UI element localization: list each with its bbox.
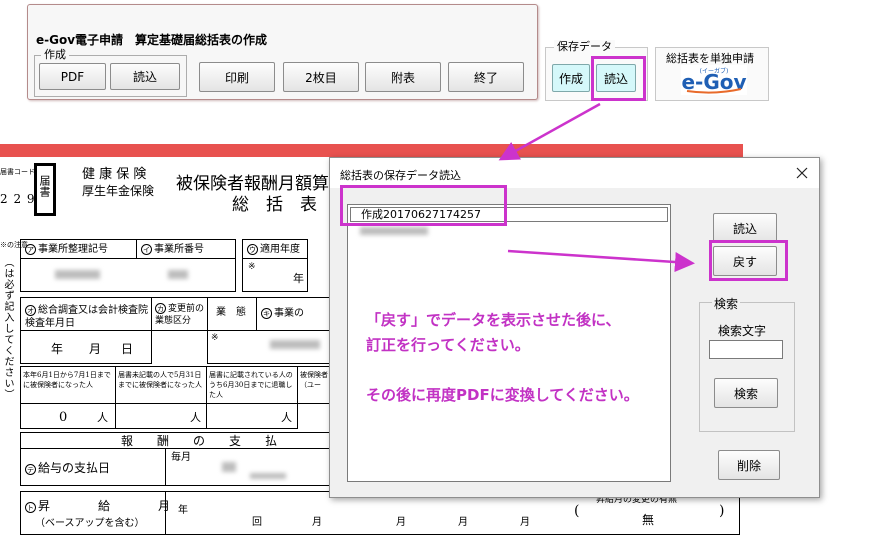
field-industry-label: 業 態 <box>216 307 246 318</box>
date-month: 月 <box>89 342 102 356</box>
load-saved-data-dialog: 総括表の保存データ読込 作成20170627174257 読込 戻す 検索 検索… <box>329 157 820 498</box>
raise-times: 回 <box>252 517 262 528</box>
raise-none: 無 <box>642 513 655 527</box>
col2-value: 人 <box>115 403 207 429</box>
attachment-button[interactable]: 附表 <box>365 62 441 92</box>
delete-button[interactable]: 削除 <box>718 450 780 480</box>
col2-unit: 人 <box>190 411 201 424</box>
read-button[interactable]: 読込 <box>713 213 777 243</box>
count-value: 0 <box>59 410 68 425</box>
search-button[interactable]: 検索 <box>714 378 778 408</box>
search-group: 検索 検索文字 検索 <box>699 295 795 432</box>
col2-label: 届書未記載の人で5月31日までに被保険者になった人 <box>118 371 202 389</box>
redacted-office-code <box>55 270 100 279</box>
field-c-value: ※ 年 <box>242 258 308 292</box>
raise-month-1: 月 <box>312 517 322 528</box>
field-e-value: 年 月 日 <box>20 330 152 364</box>
col1-unit: 人 <box>97 411 108 424</box>
search-group-label: 検索 <box>712 295 741 312</box>
field-a-header: ア事業所整理記号 <box>20 239 137 259</box>
print-button[interactable]: 印刷 <box>199 62 275 92</box>
app-title: e-Gov電子申請 算定基礎届総括表の作成 <box>36 33 268 47</box>
field-industry-header: 業 態 <box>207 297 257 331</box>
note-line-2: 訂正を行ってください。 <box>366 336 530 354</box>
salary-month-label: 毎月 <box>171 452 191 463</box>
code-label: 届書コード <box>0 168 35 176</box>
raise-month-3: 月 <box>458 517 468 528</box>
pdf-button[interactable]: PDF <box>39 63 106 90</box>
search-text-label: 検索文字 <box>718 324 767 338</box>
list-item[interactable]: 作成20170627174257 <box>350 207 668 222</box>
date-year: 年 <box>51 342 64 356</box>
search-input[interactable] <box>709 340 783 359</box>
raise-year: 年 <box>178 505 188 516</box>
raise-header: ト昇 給 月 （ベースアップを含む） <box>20 491 170 535</box>
form-subtitle: 総 括 表 <box>232 195 317 215</box>
field-a-value <box>20 258 236 292</box>
egov-logo[interactable]: e-Gov (イーガブ) <box>681 65 747 95</box>
redacted-salary-date <box>222 462 236 472</box>
note-line-3: その後に再度PDFに変換してください。 <box>366 386 639 404</box>
col3-unit: 人 <box>281 411 292 424</box>
field-c-label: 適用年度 <box>260 244 300 255</box>
save-read-button[interactable]: 読込 <box>596 64 636 92</box>
field-b-header: イ事業所番号 <box>136 239 236 259</box>
raise-month-4: 月 <box>520 517 530 528</box>
col1-label: 本年6月1日から7月1日までに被保険者になった人 <box>23 371 111 389</box>
raise-month-2: 月 <box>396 517 406 528</box>
salary-section-label: 報 酬 の 支 払 <box>121 434 278 448</box>
redacted-business <box>270 340 320 349</box>
form-header-bar <box>0 144 743 157</box>
dialog-titlebar[interactable]: 総括表の保存データ読込 <box>330 158 819 188</box>
back-button[interactable]: 戻す <box>713 246 777 276</box>
exit-button[interactable]: 終了 <box>448 62 524 92</box>
field-e-label: 総合調査又は会計検査院検査年月日 <box>25 305 148 329</box>
close-icon[interactable] <box>793 164 811 182</box>
field-g-label: 事業の <box>274 308 304 319</box>
col3-header: 届書に記載されている人のうち6月30日までに退職した人 <box>206 366 298 404</box>
insurance-health: 健 康 保 険 <box>82 167 147 182</box>
save-create-button[interactable]: 作成 <box>552 64 590 92</box>
redacted-salary-date-2 <box>250 473 286 479</box>
field-f-header: カ変更前の業態区分 <box>151 297 208 331</box>
field-b-label: 事業所番号 <box>154 244 204 255</box>
egov-submit-group: 総括表を単独申請 e-Gov (イーガブ) <box>655 47 769 101</box>
field-year-label: 年 <box>293 272 304 285</box>
egov-logo-subtext: (イーガブ) <box>700 67 729 75</box>
col1-value: 0 人 <box>20 403 116 429</box>
dialog-title: 総括表の保存データ読込 <box>340 169 461 182</box>
salary-date-label: 給与の支払日 <box>38 461 111 475</box>
create-group-label: 作成 <box>41 48 69 62</box>
field-c-header: ウ適用年度 <box>242 239 308 259</box>
form-title: 被保険者報酬月額算 <box>176 174 329 194</box>
save-data-label: 保存データ <box>554 40 615 54</box>
note-line-1: 「戻す」でデータを表示させた後に、 <box>366 311 621 329</box>
create-group: 作成 PDF 読込 <box>34 48 187 97</box>
egov-submit-label: 総括表を単独申請 <box>666 52 754 65</box>
field-a-label: 事業所整理記号 <box>38 244 108 255</box>
col1-header: 本年6月1日から7月1日までに被保険者になった人 <box>20 366 116 404</box>
raise-sub-label: （ベースアップを含む） <box>35 518 145 529</box>
save-data-group: 保存データ 作成 読込 <box>545 40 648 101</box>
raise-label: 昇 給 月 <box>38 499 171 513</box>
toolbar-panel: e-Gov電子申請 算定基礎届総括表の作成 作成 PDF 読込 印刷 2枚目 附… <box>27 4 538 100</box>
doc-type: 届書 <box>38 175 51 197</box>
col3-value: 人 <box>206 403 298 429</box>
col2-header: 届書未記載の人で5月31日までに被保険者になった人 <box>115 366 207 404</box>
col3-label: 届書に記載されている人のうち6月30日までに退職した人 <box>209 371 293 399</box>
date-day: 日 <box>121 342 134 356</box>
doc-type-box: 届書 <box>34 163 56 216</box>
second-sheet-button[interactable]: 2枚目 <box>283 62 359 92</box>
instruction-note: 「戻す」でデータを表示させた後に、 訂正を行ってください。 その後に再度PDFに… <box>366 308 639 408</box>
field-g-header: キ事業の <box>256 297 336 331</box>
salary-date-header: テ給与の支払日 <box>20 448 166 486</box>
side-note: （は必ず記入してください） <box>2 257 13 400</box>
redacted-list-item <box>360 227 428 235</box>
insurance-pension: 厚生年金保険 <box>82 184 155 198</box>
field-e-header: オ総合調査又は会計検査院検査年月日 <box>20 297 152 331</box>
code-value: 2 2 9 <box>0 192 36 206</box>
redacted-office-number <box>168 270 188 279</box>
read-button[interactable]: 読込 <box>110 63 180 90</box>
